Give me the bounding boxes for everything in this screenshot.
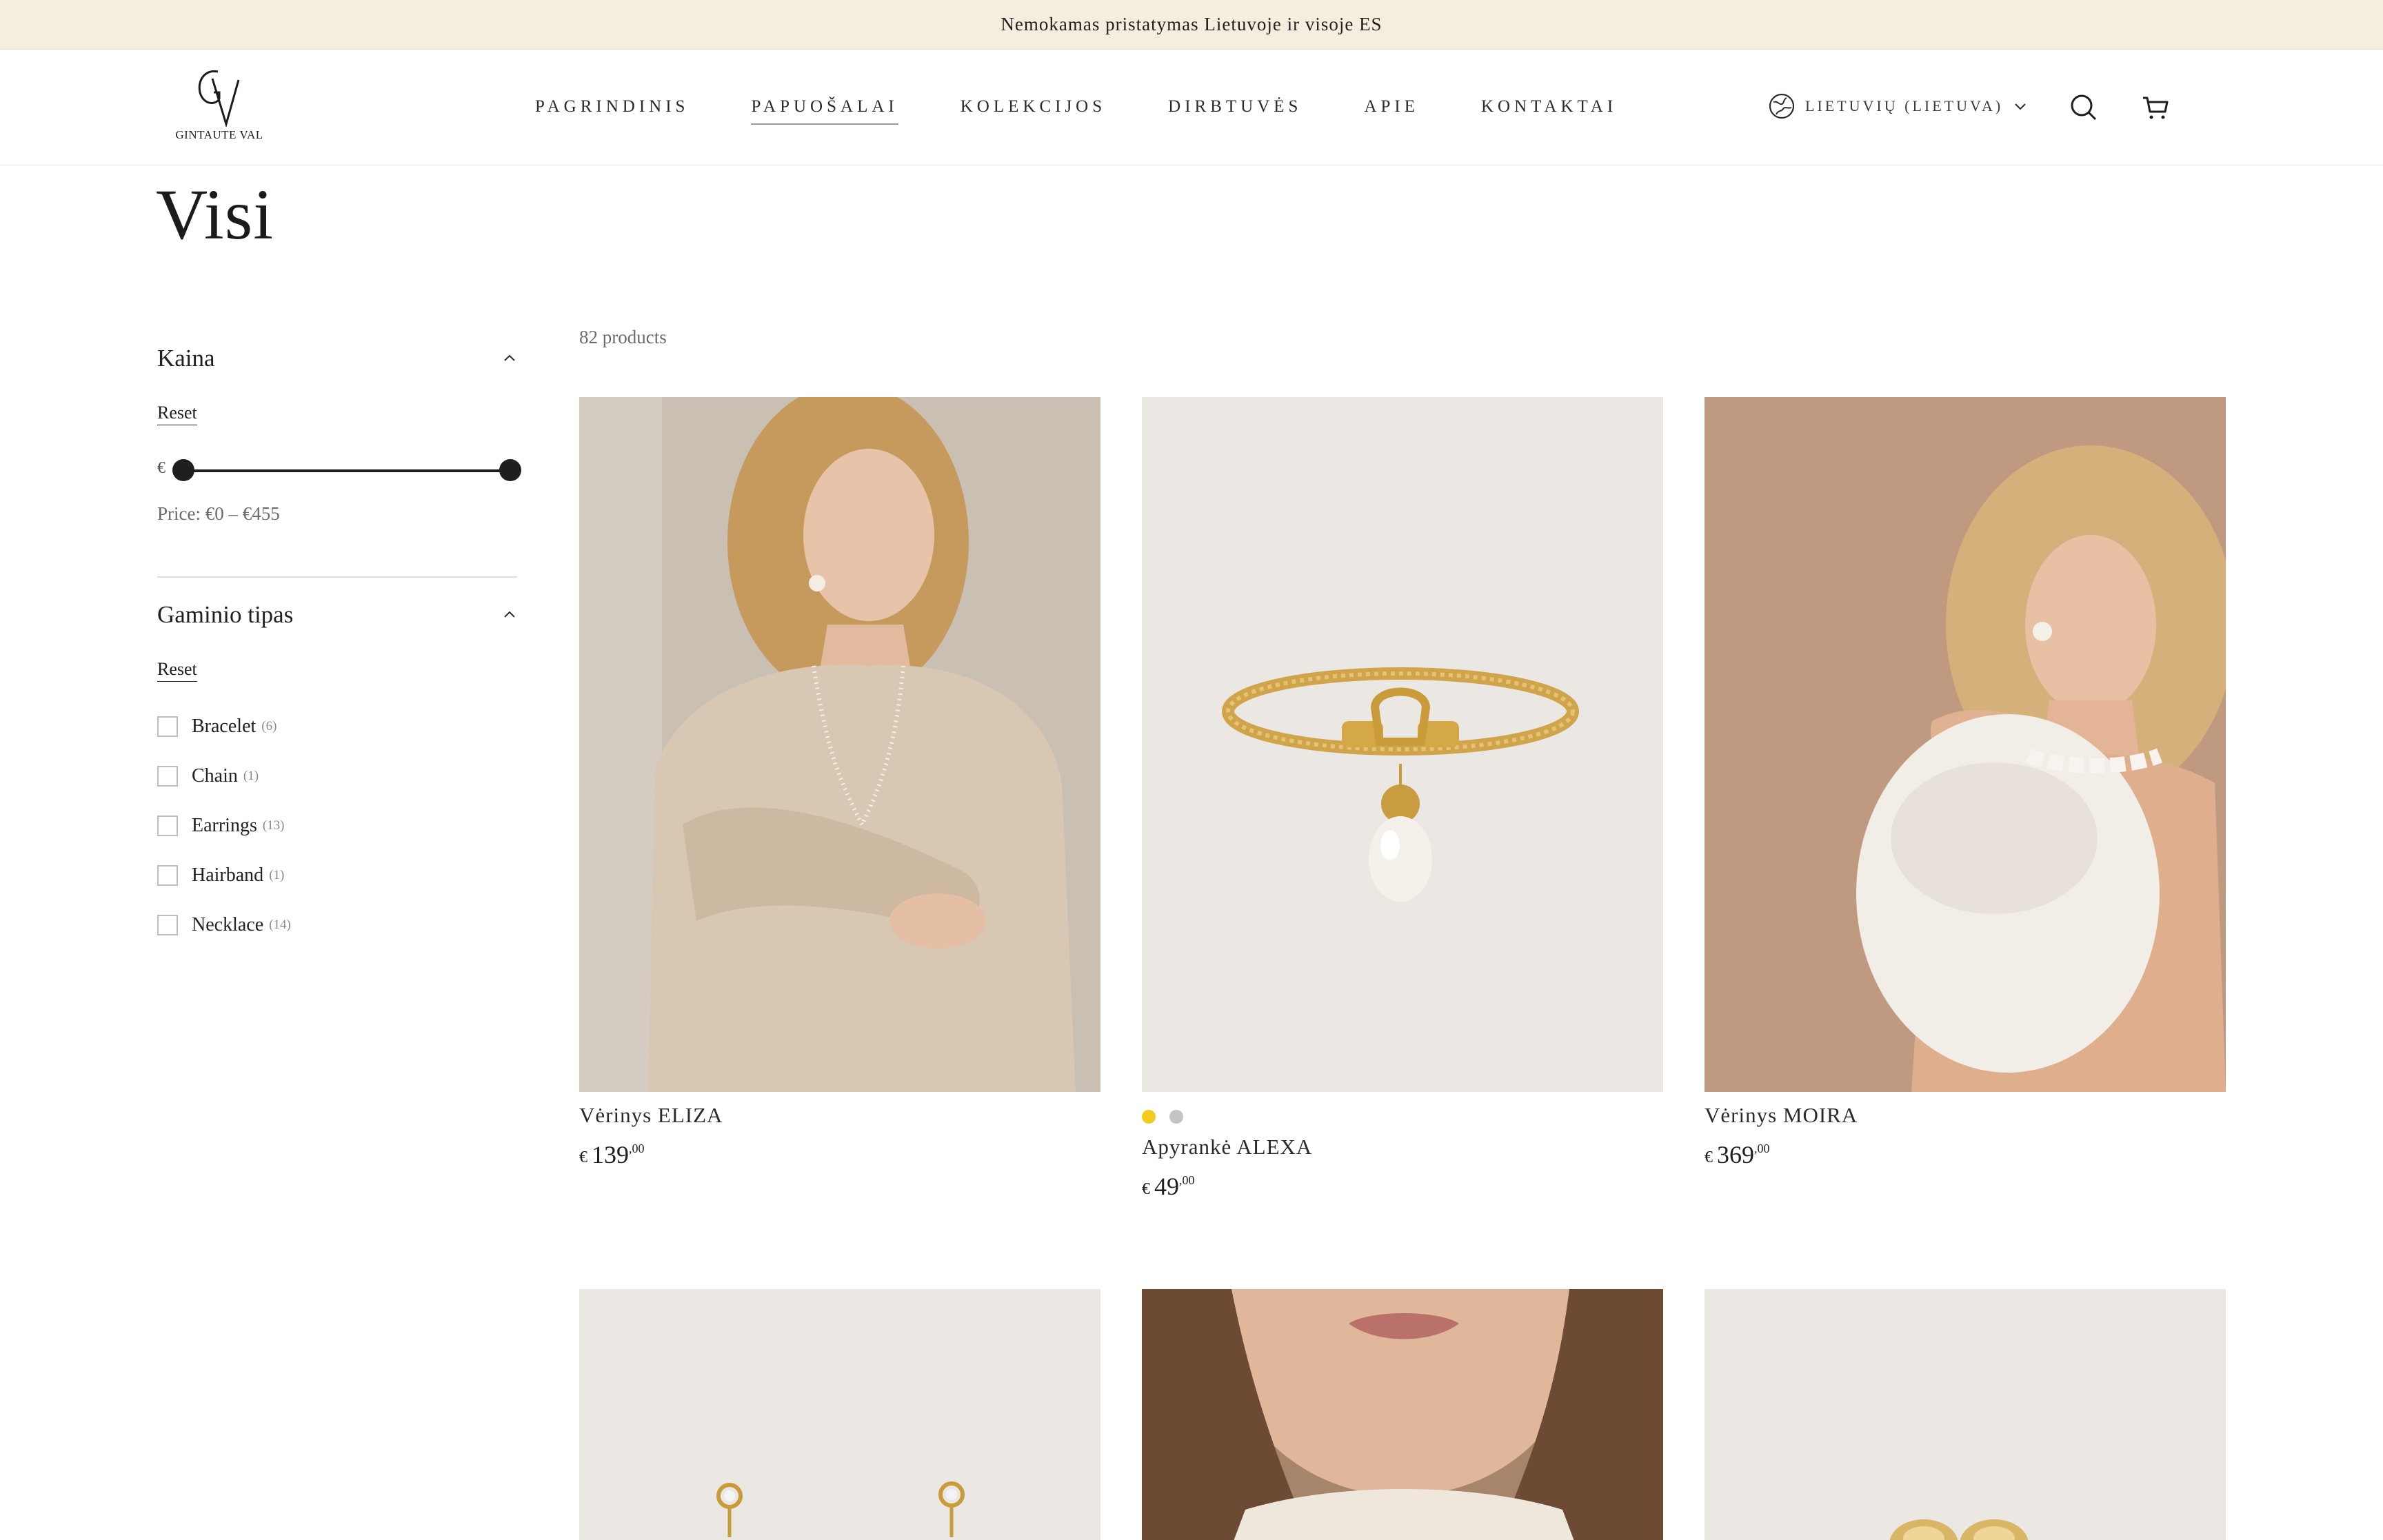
product-card[interactable]: Vėrinys MOIRA € 369 ,00 — [1705, 397, 2226, 1169]
price-currency: € — [1705, 1148, 1713, 1166]
filter-option-label: Necklace — [192, 914, 264, 935]
price-decimal: ,00 — [1754, 1142, 1770, 1155]
announcement-text: Nemokamas pristatymas Lietuvoje ir visoj… — [1001, 14, 1382, 34]
checkbox[interactable] — [157, 766, 178, 787]
product-card[interactable] — [579, 1289, 1100, 1540]
search-button[interactable] — [2067, 91, 2100, 124]
product-card[interactable]: Apyrankė ALEXA € 49 ,00 — [1142, 397, 1663, 1201]
checkbox[interactable] — [157, 915, 178, 935]
main-nav: PAGRINDINIS PAPUOŠALAI KOLEKCIJOS DIRBTU… — [535, 50, 1617, 165]
checkbox[interactable] — [157, 716, 178, 737]
chevron-up-icon — [504, 354, 515, 361]
price-whole: 49 — [1154, 1173, 1179, 1200]
model-photo-image — [1705, 397, 2226, 1092]
logo-monogram-icon — [198, 70, 240, 127]
chevron-up-icon — [504, 611, 515, 618]
locale-selector[interactable]: LIETUVIŲ (LIETUVA) — [1768, 90, 2028, 123]
product-name[interactable]: Vėrinys ELIZA — [579, 1103, 1100, 1128]
price-decimal: ,00 — [629, 1142, 645, 1155]
page-title: Visi — [156, 175, 274, 254]
filter-toggle-price[interactable]: Kaina — [157, 338, 517, 379]
filter-option-chain[interactable]: Chain (1) — [157, 762, 259, 790]
globe-icon — [1769, 93, 1795, 119]
product-price: € 369 ,00 — [1705, 1140, 2226, 1169]
product-card[interactable]: Vėrinys ELIZA € 139 ,00 — [579, 397, 1100, 1169]
locale-label: LIETUVIŲ (LIETUVA) — [1805, 97, 2004, 114]
earrings-photo-image — [579, 1289, 1100, 1540]
nav-item-dirbtuves[interactable]: DIRBTUVĖS — [1168, 97, 1302, 125]
slider-min-handle[interactable] — [172, 459, 194, 481]
model-photo-image — [579, 397, 1100, 1092]
product-image[interactable] — [579, 397, 1100, 1092]
filter-option-earrings[interactable]: Earrings (13) — [157, 812, 285, 840]
nav-item-papuosalai[interactable]: PAPUOŠALAI — [751, 97, 898, 125]
filter-divider — [157, 576, 517, 578]
product-image[interactable] — [1142, 397, 1663, 1092]
price-range-slider[interactable]: € — [157, 456, 530, 484]
type-reset-link[interactable]: Reset — [157, 659, 197, 682]
nav-item-kontaktai[interactable]: KONTAKTAI — [1481, 97, 1617, 125]
filter-option-label: Bracelet — [192, 716, 257, 737]
filter-option-necklace[interactable]: Necklace (14) — [157, 911, 291, 939]
site-header: GINTAUTE VAL PAGRINDINIS PAPUOŠALAI KOLE… — [0, 50, 2383, 165]
filter-option-count: (1) — [269, 868, 285, 882]
price-currency: € — [1142, 1180, 1150, 1198]
cart-button[interactable] — [2139, 91, 2172, 124]
price-reset-link[interactable]: Reset — [157, 403, 197, 425]
model-photo-image — [1142, 1289, 1663, 1540]
announcement-bar: Nemokamas pristatymas Lietuvoje ir visoj… — [0, 0, 2383, 50]
filter-option-count: (1) — [243, 769, 259, 783]
product-image[interactable] — [1142, 1289, 1663, 1540]
earrings-photo-image — [1705, 1289, 2226, 1540]
color-swatch-silver[interactable] — [1169, 1110, 1183, 1124]
product-count: 82 products — [579, 327, 667, 347]
product-image[interactable] — [1705, 397, 2226, 1092]
cart-icon — [2143, 97, 2169, 119]
checkbox[interactable] — [157, 865, 178, 886]
checkbox[interactable] — [157, 815, 178, 836]
filter-option-label: Hairband — [192, 864, 264, 886]
brand-logo[interactable]: GINTAUTE VAL — [171, 65, 268, 148]
bracelet-photo-image — [1142, 397, 1663, 1092]
product-card[interactable] — [1142, 1289, 1663, 1540]
filter-toggle-type[interactable]: Gaminio tipas — [157, 594, 517, 636]
price-currency: € — [157, 459, 165, 477]
product-card[interactable] — [1705, 1289, 2226, 1540]
nav-item-kolekcijos[interactable]: KOLEKCIJOS — [961, 97, 1106, 125]
logo-text: GINTAUTE VAL — [175, 128, 263, 141]
filter-option-bracelet[interactable]: Bracelet (6) — [157, 713, 276, 740]
filter-title-type: Gaminio tipas — [157, 601, 294, 628]
filter-option-count: (6) — [261, 719, 277, 733]
price-range-text: Price: €0 – €455 — [157, 503, 280, 524]
filter-option-label: Chain — [192, 765, 238, 787]
chevron-down-icon — [2015, 103, 2026, 110]
product-image[interactable] — [579, 1289, 1100, 1540]
product-name[interactable]: Vėrinys MOIRA — [1705, 1103, 2226, 1128]
price-decimal: ,00 — [1179, 1173, 1195, 1187]
color-swatches — [1142, 1110, 1663, 1124]
filter-option-label: Earrings — [192, 815, 257, 836]
nav-item-pagrindinis[interactable]: PAGRINDINIS — [535, 97, 689, 125]
filter-title-price: Kaina — [157, 345, 215, 372]
price-whole: 139 — [592, 1141, 629, 1168]
nav-item-apie[interactable]: APIE — [1364, 97, 1419, 125]
color-swatch-gold[interactable] — [1142, 1110, 1156, 1124]
price-whole: 369 — [1717, 1141, 1754, 1168]
search-icon — [2071, 94, 2097, 121]
slider-max-handle[interactable] — [499, 459, 521, 481]
product-price: € 49 ,00 — [1142, 1172, 1663, 1201]
product-price: € 139 ,00 — [579, 1140, 1100, 1169]
filter-option-count: (13) — [262, 818, 285, 833]
filter-option-hairband[interactable]: Hairband (1) — [157, 862, 284, 889]
product-name[interactable]: Apyrankė ALEXA — [1142, 1135, 1663, 1159]
slider-track — [183, 469, 510, 472]
product-image[interactable] — [1705, 1289, 2226, 1540]
filter-option-count: (14) — [269, 918, 291, 932]
price-currency: € — [579, 1148, 587, 1166]
